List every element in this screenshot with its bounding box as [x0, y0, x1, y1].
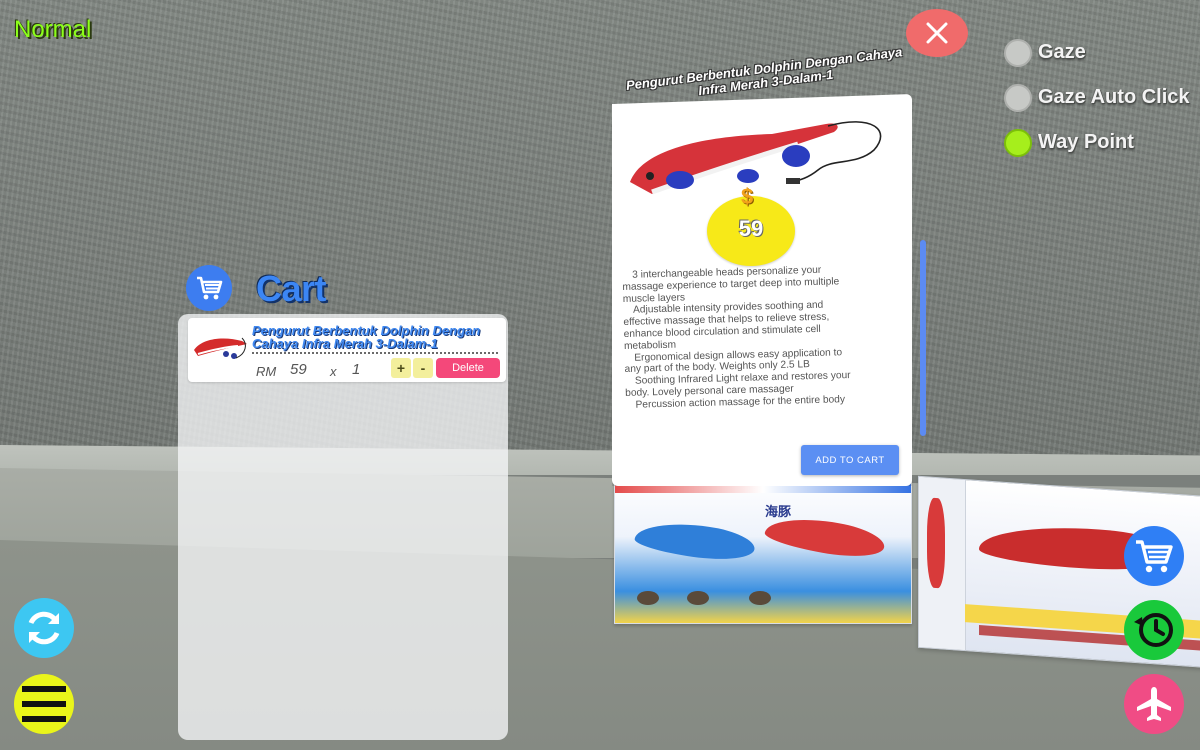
quantity-decrease-button[interactable]: - — [413, 358, 433, 378]
attachment-thumb — [749, 591, 771, 605]
interaction-mode-options: Gaze Gaze Auto Click Way Point — [1004, 30, 1190, 165]
refresh-button[interactable] — [14, 598, 74, 658]
mode-option-label: Gaze Auto Click — [1038, 86, 1190, 108]
cart-header-icon — [186, 265, 232, 311]
cart-icon — [197, 276, 223, 300]
description-scrollbar[interactable] — [920, 240, 926, 436]
cart-item: Pengurut Berbentuk Dolphin Dengan Cahaya… — [188, 318, 506, 382]
cart-item-currency: RM — [256, 364, 277, 379]
delete-item-button[interactable]: Delete — [436, 358, 500, 378]
dolphin-massager-thumbnail — [194, 337, 247, 359]
box-brand-mark: 海豚 — [765, 504, 792, 519]
mode-option-gaze-auto-click[interactable]: Gaze Auto Click — [1004, 75, 1190, 120]
close-icon — [926, 22, 948, 44]
mode-option-label: Gaze — [1038, 41, 1086, 63]
radio-dot-selected — [1004, 128, 1032, 157]
box-side-panel — [919, 476, 966, 651]
product-price: 59 — [738, 216, 764, 241]
attachment-thumb — [687, 591, 709, 605]
teleport-button[interactable] — [1124, 674, 1184, 734]
blue-dolphin-massager-image — [633, 516, 757, 566]
mode-label: Normal — [14, 16, 92, 43]
cart-item-price: 59 — [290, 361, 307, 378]
attachment-thumb — [637, 591, 659, 605]
cart-icon — [1136, 540, 1173, 573]
price-symbol: $ — [741, 184, 754, 209]
product-box-front[interactable]: 海豚 — [614, 478, 912, 624]
cart-item-times: x — [330, 364, 337, 379]
menu-button[interactable] — [14, 674, 74, 734]
cart-item-name: Pengurut Berbentuk Dolphin Dengan Cahaya… — [252, 324, 498, 354]
open-cart-button[interactable] — [1124, 526, 1184, 586]
quantity-increase-button[interactable]: + — [391, 358, 411, 378]
cart-item-quantity: 1 — [352, 361, 361, 378]
mode-option-way-point[interactable]: Way Point — [1004, 120, 1190, 165]
menu-icon — [22, 686, 66, 722]
radio-dot — [1004, 83, 1032, 112]
red-dolphin-side-image — [927, 497, 945, 589]
refresh-icon — [28, 611, 60, 645]
history-icon — [1134, 613, 1173, 647]
close-button[interactable] — [906, 9, 968, 57]
mode-option-gaze[interactable]: Gaze — [1004, 30, 1190, 75]
mode-option-label: Way Point — [1038, 131, 1134, 153]
airplane-icon — [1137, 687, 1171, 721]
product-description: 3 interchangeable heads personalize your… — [622, 263, 894, 412]
history-button[interactable] — [1124, 600, 1184, 660]
radio-dot — [1004, 38, 1032, 67]
add-to-cart-button[interactable]: ADD TO CART — [801, 445, 899, 475]
cart-title: Cart — [256, 268, 327, 309]
